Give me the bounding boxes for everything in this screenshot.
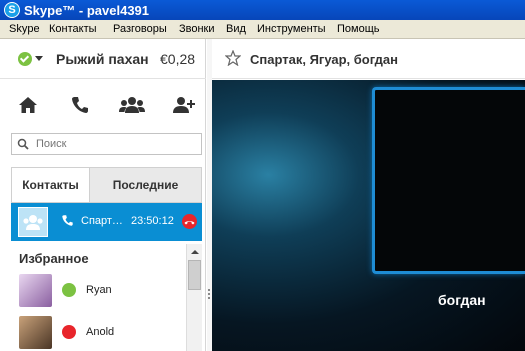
search-box[interactable] — [11, 133, 202, 155]
contact-tabs: Контакты Последние — [11, 167, 202, 203]
menu-contacts[interactable]: Контакты — [49, 23, 97, 35]
left-panel: Рыжий пахан €0,28 Контакты Последние Спа… — [0, 39, 206, 351]
add-contact-icon[interactable] — [171, 93, 197, 117]
menu-skype[interactable]: Skype — [9, 23, 40, 35]
call-phone-icon — [62, 215, 73, 226]
busy-status-icon — [62, 325, 76, 339]
call-duration: 23:50:12 — [131, 215, 174, 227]
action-toolbar — [0, 79, 206, 129]
video-call-area: богдан — [212, 80, 525, 351]
menu-calls[interactable]: Звонки — [179, 23, 215, 35]
avatar — [19, 274, 52, 307]
profile-name[interactable]: Рыжий пахан — [56, 51, 149, 67]
profile-bar: Рыжий пахан €0,28 — [0, 39, 206, 79]
contact-name: Anold — [86, 326, 115, 338]
menu-help[interactable]: Помощь — [337, 23, 380, 35]
menu-view[interactable]: Вид — [226, 23, 246, 35]
tab-contacts[interactable]: Контакты — [12, 168, 89, 202]
active-conversation-item[interactable]: Спарт… 23:50:12 — [11, 203, 202, 241]
skype-credit[interactable]: €0,28 — [160, 51, 195, 67]
conversation-header: Спартак, Ягуар, богдан — [212, 39, 525, 79]
menu-bar: Skype Контакты Разговоры Звонки Вид Инст… — [0, 20, 525, 39]
skype-logo-icon: S — [4, 2, 20, 18]
window-title: Skype™ - pavel4391 — [24, 3, 150, 18]
search-icon — [17, 138, 29, 150]
group-icon[interactable] — [119, 93, 145, 117]
online-status-icon[interactable] — [18, 52, 32, 66]
scroll-up-arrow-icon[interactable] — [189, 247, 201, 257]
tab-recent[interactable]: Последние — [89, 168, 201, 202]
conversation-name: Спарт… — [81, 215, 123, 227]
favorites-header: Избранное — [19, 251, 89, 266]
contact-item[interactable]: Ryan — [11, 274, 186, 312]
menu-tools[interactable]: Инструменты — [257, 23, 326, 35]
splitter-grip[interactable] — [208, 289, 210, 301]
remote-video-frame — [372, 87, 525, 274]
title-bar: S Skype™ - pavel4391 — [0, 0, 525, 20]
online-status-icon — [62, 283, 76, 297]
contact-name: Ryan — [86, 284, 112, 296]
chevron-down-icon[interactable] — [35, 56, 43, 61]
contacts-scrollbar[interactable] — [186, 244, 202, 351]
conversation-panel: Спартак, Ягуар, богдан богдан — [212, 39, 525, 351]
conversation-title: Спартак, Ягуар, богдан — [250, 52, 399, 67]
group-avatar — [18, 207, 48, 237]
hang-up-icon[interactable] — [182, 214, 197, 229]
favorite-star-icon[interactable] — [225, 50, 241, 66]
scrollbar-thumb[interactable] — [188, 260, 201, 290]
video-participant-name: богдан — [438, 292, 486, 308]
phone-icon[interactable] — [67, 93, 93, 117]
home-icon[interactable] — [15, 93, 41, 117]
avatar — [19, 316, 52, 349]
menu-conversations[interactable]: Разговоры — [113, 23, 167, 35]
search-input[interactable] — [36, 136, 196, 152]
contact-item[interactable]: Anold — [11, 316, 186, 351]
